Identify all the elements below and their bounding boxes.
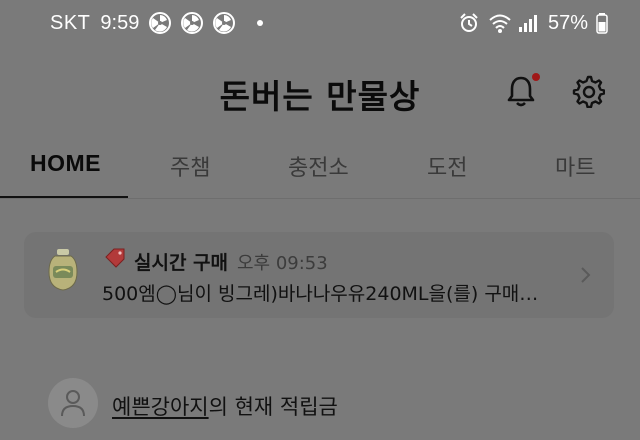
status-bar: SKT 9:59 57% <box>0 0 640 44</box>
user-icon[interactable] <box>48 378 98 428</box>
battery-icon <box>596 12 608 34</box>
live-purchase-title: 실시간 구매 <box>134 252 229 274</box>
gear-icon[interactable] <box>571 74 606 109</box>
points-heading: 예쁜강아지의 현재 적립금 <box>112 391 338 421</box>
signal-icon <box>518 12 540 34</box>
live-purchase-message: 500엠◯님이 빙그레)바나나우유240ML을(를) 구매… <box>102 283 539 305</box>
carrier-label: SKT <box>50 11 91 34</box>
tab-challenge[interactable]: 도전 <box>427 150 467 182</box>
tab-home[interactable]: HOME <box>30 150 101 177</box>
app-header: 돈버는 만물상 <box>0 56 640 124</box>
fan-icon <box>149 12 172 34</box>
banana-milk-icon <box>46 248 80 292</box>
tab-jucham[interactable]: 주챔 <box>170 150 210 182</box>
alarm-icon <box>458 12 480 34</box>
tab-bar: HOME 주챔 충전소 도전 마트 <box>0 134 640 199</box>
notification-dot-icon <box>257 20 264 26</box>
tab-charging-station[interactable]: 충전소 <box>288 150 349 182</box>
username-link[interactable]: 예쁜강아지 <box>112 395 209 419</box>
status-right: 57% <box>458 10 608 36</box>
tag-icon <box>104 248 126 268</box>
wifi-icon <box>488 12 511 34</box>
tab-mart[interactable]: 마트 <box>555 150 595 182</box>
fan-icon <box>213 12 236 34</box>
chevron-right-icon[interactable] <box>578 266 592 284</box>
live-purchase-time: 오후 09:53 <box>237 253 328 274</box>
battery-percent: 57% <box>547 11 588 34</box>
status-left: SKT 9:59 <box>50 10 264 36</box>
app-title: 돈버는 만물상 <box>219 77 421 116</box>
points-suffix: 의 현재 적립금 <box>208 395 338 419</box>
clock: 9:59 <box>100 11 140 34</box>
notification-badge <box>532 73 540 81</box>
fan-icon <box>181 12 204 34</box>
active-tab-indicator <box>0 196 128 198</box>
live-purchase-card[interactable]: 실시간 구매 오후 09:53 500엠◯님이 빙그레)바나나우유240ML을(… <box>24 232 614 318</box>
